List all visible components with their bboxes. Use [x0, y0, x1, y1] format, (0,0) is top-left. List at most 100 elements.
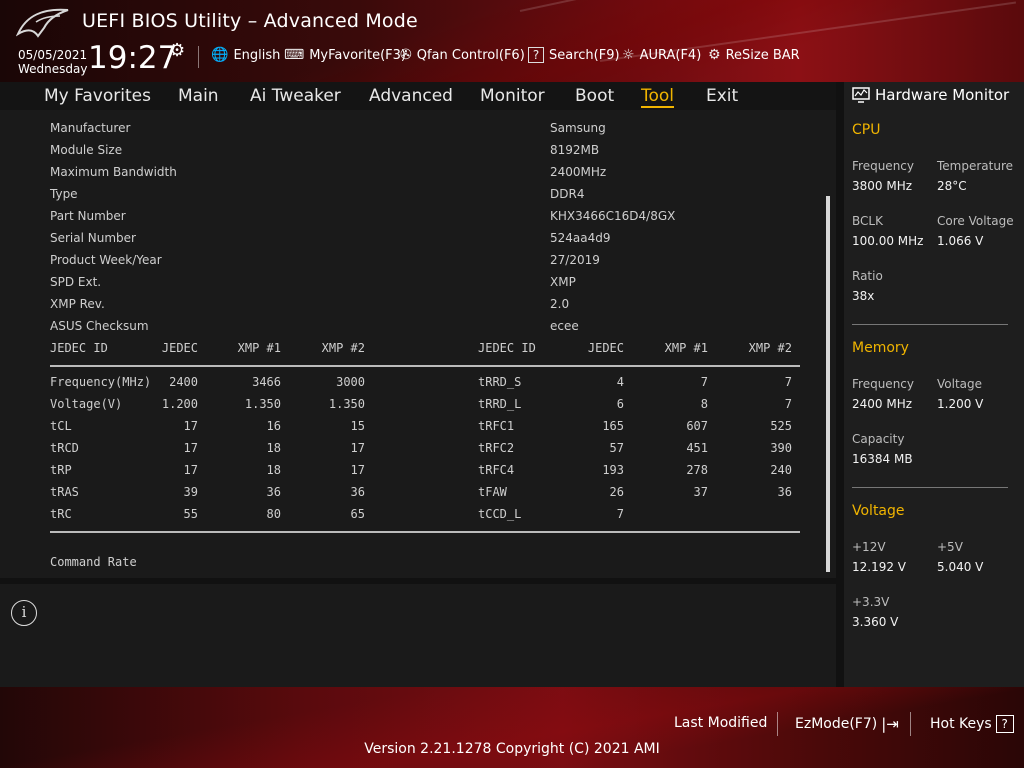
day-text: Wednesday: [18, 62, 88, 76]
divider: [198, 46, 199, 68]
timing-value-cell: 1.350: [244, 397, 281, 411]
timing-name-cell: tCL: [50, 419, 72, 433]
spd-field-label: XMP Rev.: [50, 297, 105, 311]
tab-my-favorites[interactable]: My Favorites: [44, 86, 151, 106]
timing-value-cell: 57: [609, 441, 624, 455]
hardware-monitor-label: Hardware Monitor: [875, 86, 1010, 104]
tab-advanced[interactable]: Advanced: [369, 86, 453, 106]
spd-field-value: 2400MHz: [550, 165, 607, 179]
spd-field-value: ecee: [550, 319, 579, 333]
timing-value-cell: 17: [183, 463, 198, 477]
table-divider: [50, 531, 800, 533]
resize-bar-button[interactable]: ⚙ ReSize BAR: [708, 47, 800, 63]
timing-value-cell: 6: [616, 397, 624, 411]
col-header: XMP #2: [748, 341, 792, 355]
tab-tool[interactable]: Tool: [641, 86, 675, 108]
timing-value-cell: 3000: [336, 375, 365, 389]
v12-label: +12V: [852, 540, 886, 554]
hot-keys-button[interactable]: Hot Keys ?: [930, 715, 1014, 733]
timing-value-cell: 15: [350, 419, 365, 433]
spd-field-value: 27/2019: [550, 253, 600, 267]
timing-name-cell: Voltage(V): [50, 397, 123, 411]
help-icon: ?: [528, 47, 544, 63]
gear-icon[interactable]: ⚙: [169, 40, 185, 61]
spd-field-value: 524aa4d9: [550, 231, 611, 245]
section-divider: [852, 324, 1008, 325]
spd-field-label: Product Week/Year: [50, 253, 162, 267]
main-nav: My Favorites Main Ai Tweaker Advanced Mo…: [0, 82, 836, 110]
timing-value-cell: 451: [686, 441, 708, 455]
hardware-monitor-panel: Hardware Monitor CPU Frequency 3800 MHz …: [844, 82, 1024, 687]
spd-field-label: SPD Ext.: [50, 275, 102, 289]
col-header: XMP #2: [321, 341, 365, 355]
aura-button[interactable]: ☼ AURA(F4): [622, 47, 701, 63]
v5-value: 5.040 V: [937, 560, 984, 574]
col-header: JEDEC: [587, 341, 624, 355]
capacity-label: Capacity: [852, 432, 905, 446]
timing-name-cell: tFAW: [478, 485, 507, 499]
voltage-heading: Voltage: [852, 503, 905, 519]
tab-ai-tweaker[interactable]: Ai Tweaker: [250, 86, 341, 106]
col-header: XMP #1: [664, 341, 708, 355]
qfan-control-button[interactable]: ✇ Qfan Control(F6): [400, 47, 525, 63]
language-button[interactable]: 🌐 English: [211, 47, 280, 63]
search-button[interactable]: ? Search(F9): [528, 47, 620, 63]
timing-value-cell: 55: [183, 507, 198, 521]
memory-heading: Memory: [852, 340, 909, 356]
timing-name-cell: Frequency(MHz): [50, 375, 152, 389]
aura-light-icon: ☼: [622, 47, 635, 63]
search-label: Search(F9): [549, 47, 620, 63]
spd-field-label: Part Number: [50, 209, 126, 223]
timing-value-cell: 7: [784, 397, 792, 411]
spd-field-label: ASUS Checksum: [50, 319, 149, 333]
timing-value-cell: 80: [266, 507, 281, 521]
spd-field-value: 8192MB: [550, 143, 600, 157]
hardware-monitor-title: Hardware Monitor: [852, 86, 1009, 104]
tab-monitor[interactable]: Monitor: [480, 86, 545, 106]
info-icon: i: [11, 600, 37, 626]
v33-value: 3.360 V: [852, 615, 899, 629]
timing-name-cell: tRP: [50, 463, 72, 477]
timing-value-cell: 1.350: [328, 397, 365, 411]
decor-streak: [519, 0, 892, 12]
col-header: JEDEC: [161, 341, 198, 355]
tab-main[interactable]: Main: [178, 86, 219, 106]
divider: [777, 712, 778, 736]
scrollbar[interactable]: [826, 196, 830, 572]
help-info-panel: i: [0, 584, 836, 687]
clock-time[interactable]: 19:27: [88, 40, 177, 76]
bclk-label: BCLK: [852, 214, 883, 228]
timing-value-cell: 7: [616, 507, 624, 521]
date-text: 05/05/2021: [18, 48, 88, 62]
timing-value-cell: 278: [686, 463, 708, 477]
timing-value-cell: 17: [350, 441, 365, 455]
timing-value-cell: 390: [770, 441, 792, 455]
rog-logo-icon: [16, 8, 69, 38]
section-divider: [852, 487, 1008, 488]
tab-exit[interactable]: Exit: [706, 86, 738, 106]
col-header: JEDEC ID: [50, 341, 108, 355]
timing-value-cell: 607: [686, 419, 708, 433]
memory-voltage-label: Voltage: [937, 377, 983, 391]
command-rate-label[interactable]: Command Rate: [50, 555, 137, 569]
last-modified-button[interactable]: Last Modified: [674, 715, 767, 731]
spd-field-value: Samsung: [550, 121, 606, 135]
timing-name-cell: tRAS: [50, 485, 79, 499]
spd-field-value: XMP: [550, 275, 576, 289]
last-modified-label: Last Modified: [674, 715, 768, 731]
tab-boot[interactable]: Boot: [575, 86, 614, 106]
spd-field-label: Manufacturer: [50, 121, 131, 135]
timing-value-cell: 240: [770, 463, 792, 477]
timing-value-cell: 16: [266, 419, 281, 433]
timing-value-cell: 18: [266, 463, 281, 477]
spd-field-label: Maximum Bandwidth: [50, 165, 177, 179]
date-display: 05/05/2021 Wednesday: [18, 48, 87, 76]
ezmode-button[interactable]: EzMode(F7) |⇥: [795, 715, 899, 733]
exit-arrow-icon: |⇥: [881, 715, 899, 733]
myfavorite-button[interactable]: ⌨ MyFavorite(F3): [284, 47, 406, 63]
version-text: Version 2.21.1278 Copyright (C) 2021 AMI: [364, 741, 660, 757]
timing-name-cell: tRFC1: [478, 419, 515, 433]
v33-label: +3.3V: [852, 595, 890, 609]
timing-value-cell: 17: [350, 463, 365, 477]
divider: [910, 712, 911, 736]
